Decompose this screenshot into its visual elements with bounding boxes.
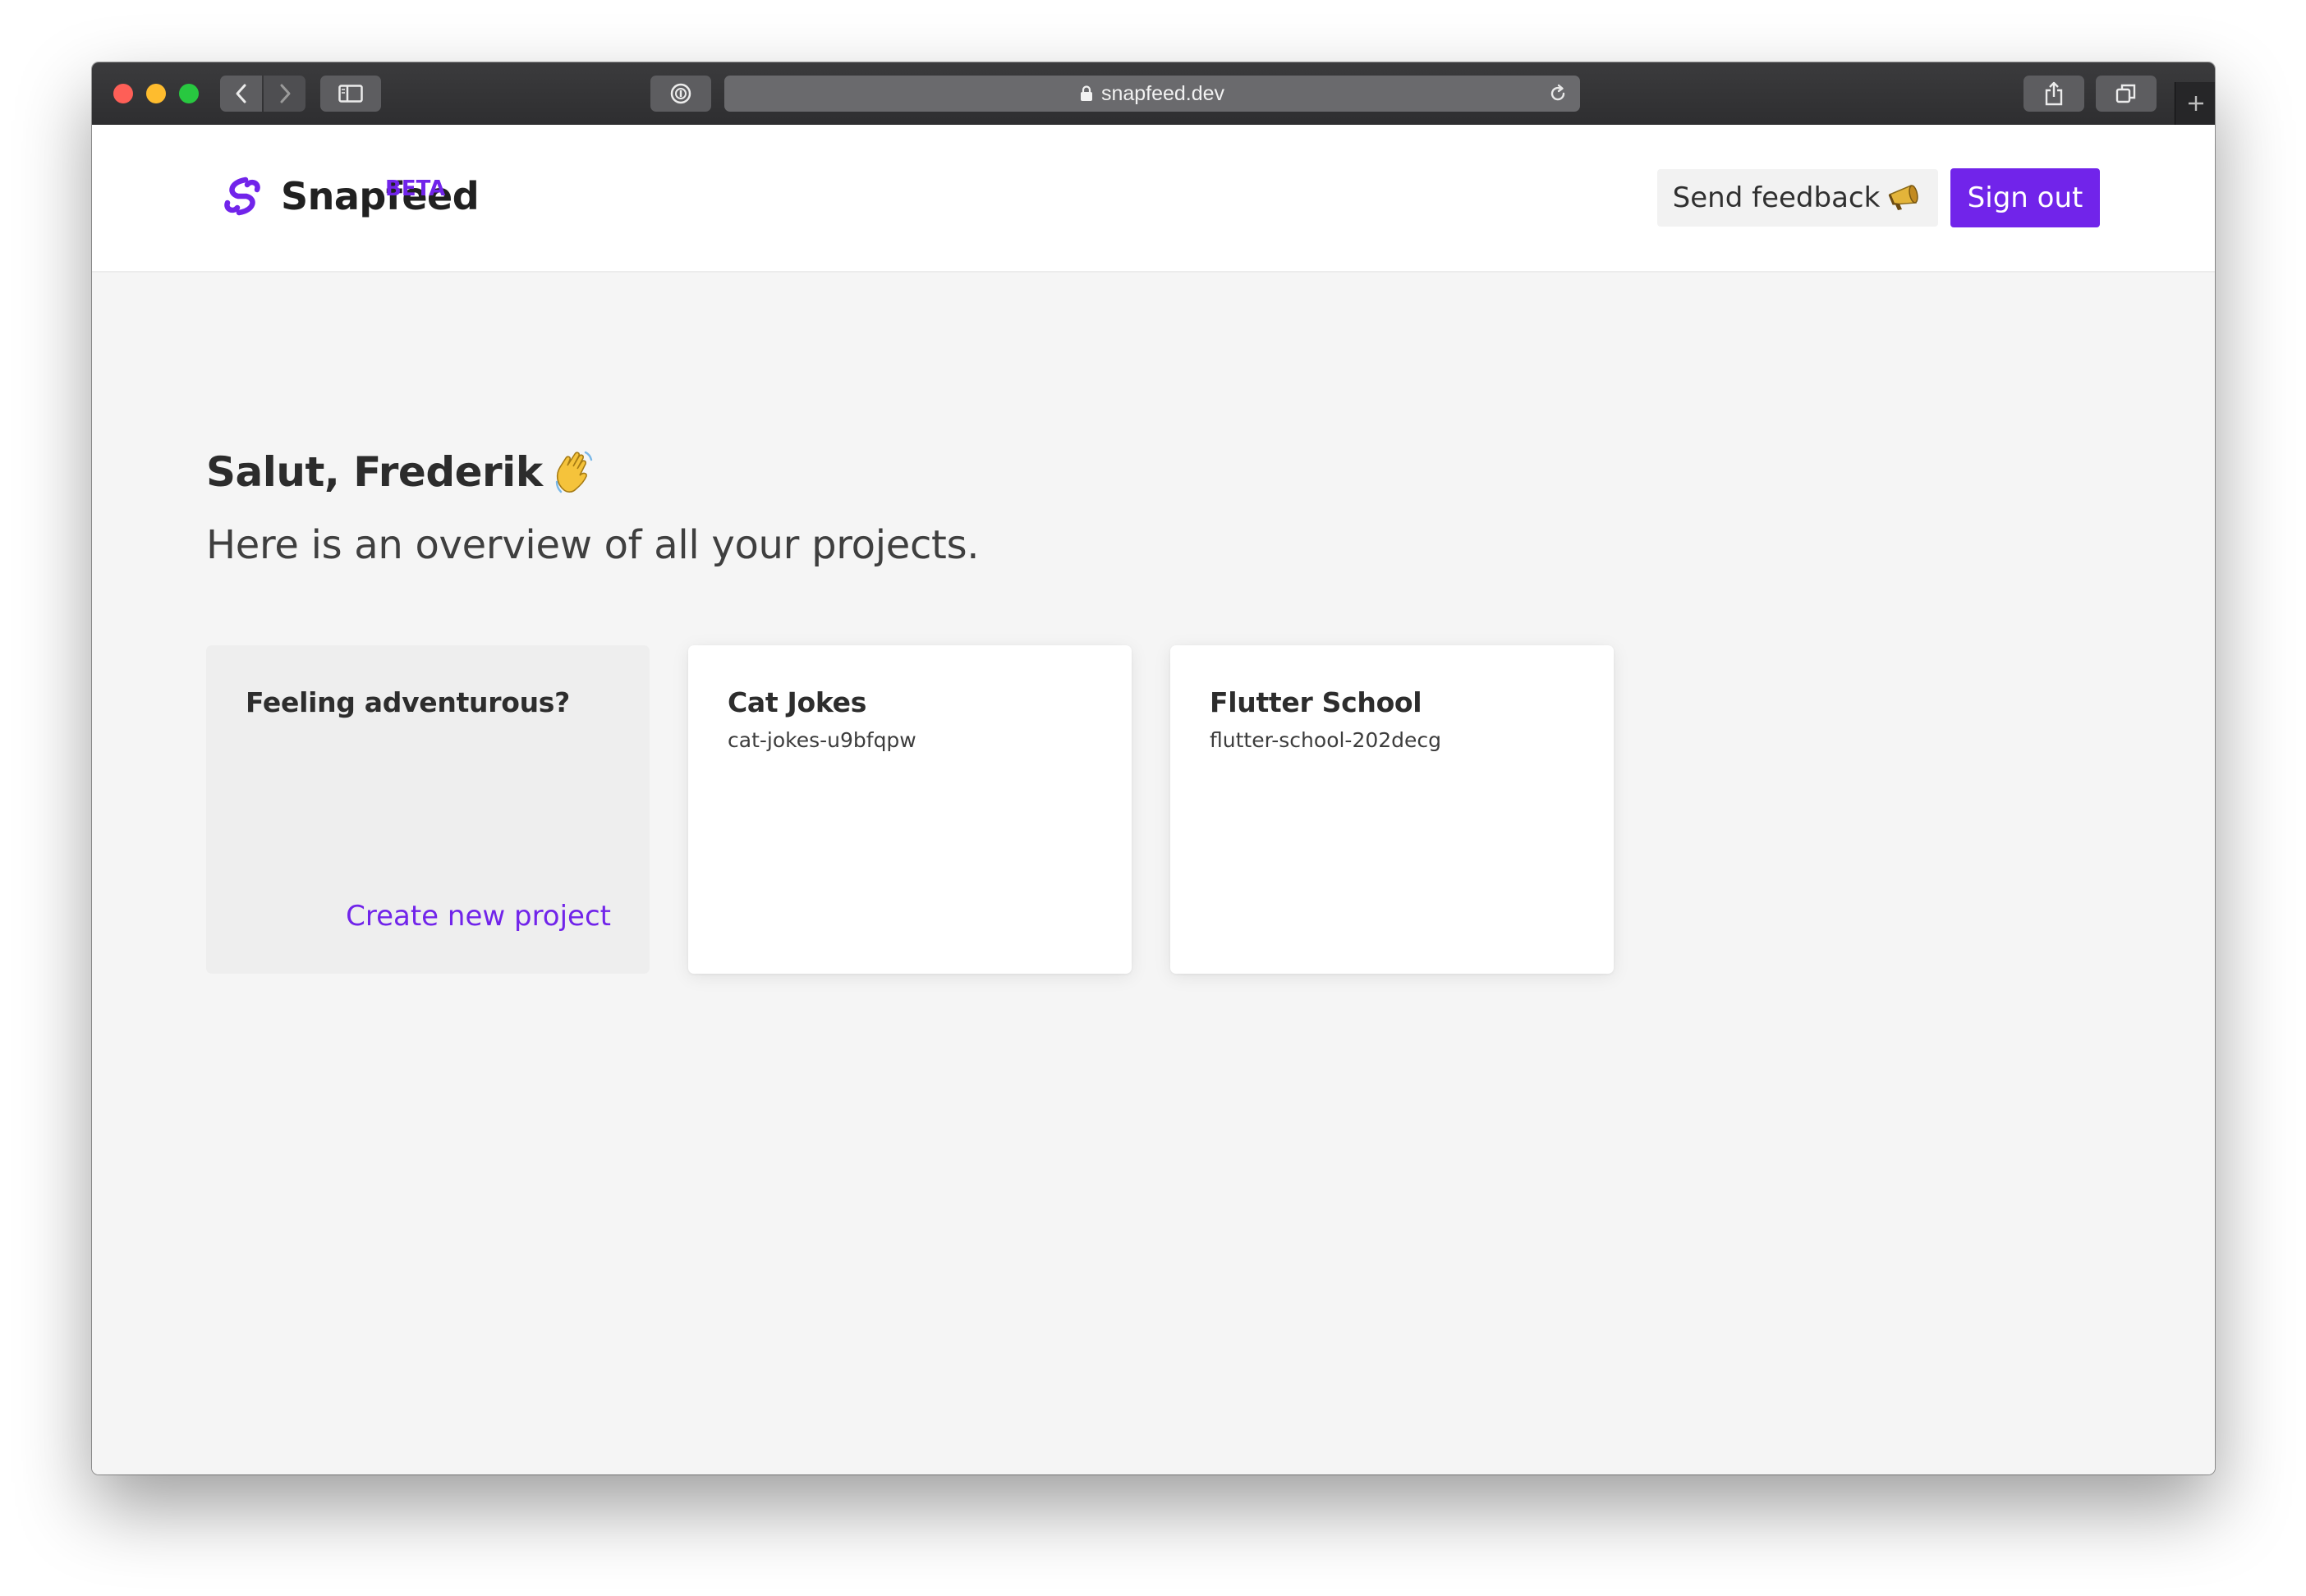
send-feedback-button[interactable]: Send feedback	[1657, 169, 1938, 227]
brand-name: Snapfeed	[281, 174, 480, 218]
sign-out-label: Sign out	[1967, 181, 2083, 214]
url-text: snapfeed.dev	[1100, 81, 1225, 105]
chevron-right-icon[interactable]	[264, 76, 305, 112]
tabs-overview-icon[interactable]	[2096, 76, 2157, 112]
maximize-window-button[interactable]	[179, 84, 199, 103]
project-card[interactable]: Flutter School flutter-school-202decg	[1170, 645, 1614, 974]
navigation-buttons	[220, 76, 305, 112]
snapfeed-logo-icon	[224, 177, 260, 216]
megaphone-icon	[1888, 184, 1918, 210]
beta-badge: BETA	[385, 177, 446, 201]
page-subtitle: Here is an overview of all your projects…	[206, 522, 980, 568]
reload-icon[interactable]	[1547, 83, 1569, 104]
share-icon[interactable]	[2023, 76, 2084, 112]
minimize-window-button[interactable]	[146, 84, 166, 103]
close-window-button[interactable]	[113, 84, 133, 103]
send-feedback-label: Send feedback	[1672, 181, 1881, 214]
greeting-heading: Salut, Frederik	[206, 448, 595, 496]
lock-icon	[1080, 85, 1092, 101]
create-project-card: Feeling adventurous? Create new project	[206, 645, 650, 974]
project-slug: cat-jokes-u9bfqpw	[728, 728, 916, 752]
address-bar[interactable]: snapfeed.dev	[724, 76, 1580, 112]
site-header: Snapfeed BETA Send feedback Sign out	[92, 125, 2215, 273]
project-name: Flutter School	[1210, 686, 1422, 718]
project-name: Cat Jokes	[728, 686, 867, 718]
sidebar-icon[interactable]	[320, 76, 381, 112]
password-manager-icon[interactable]	[650, 76, 711, 112]
browser-window: snapfeed.dev Snapfeed BETA Send feedback…	[92, 62, 2215, 1474]
greeting-text: Salut, Frederik	[206, 448, 543, 496]
create-new-project-link[interactable]: Create new project	[346, 900, 611, 933]
browser-toolbar: snapfeed.dev	[92, 62, 2215, 126]
create-card-title: Feeling adventurous?	[246, 686, 570, 718]
plus-icon[interactable]	[2175, 82, 2215, 125]
chevron-left-icon[interactable]	[220, 76, 262, 112]
project-card[interactable]: Cat Jokes cat-jokes-u9bfqpw	[688, 645, 1132, 974]
project-slug: flutter-school-202decg	[1210, 728, 1442, 752]
page-content: Snapfeed BETA Send feedback Sign out Sal…	[92, 125, 2215, 1474]
waving-hand-icon	[555, 451, 592, 493]
sign-out-button[interactable]: Sign out	[1950, 168, 2100, 227]
